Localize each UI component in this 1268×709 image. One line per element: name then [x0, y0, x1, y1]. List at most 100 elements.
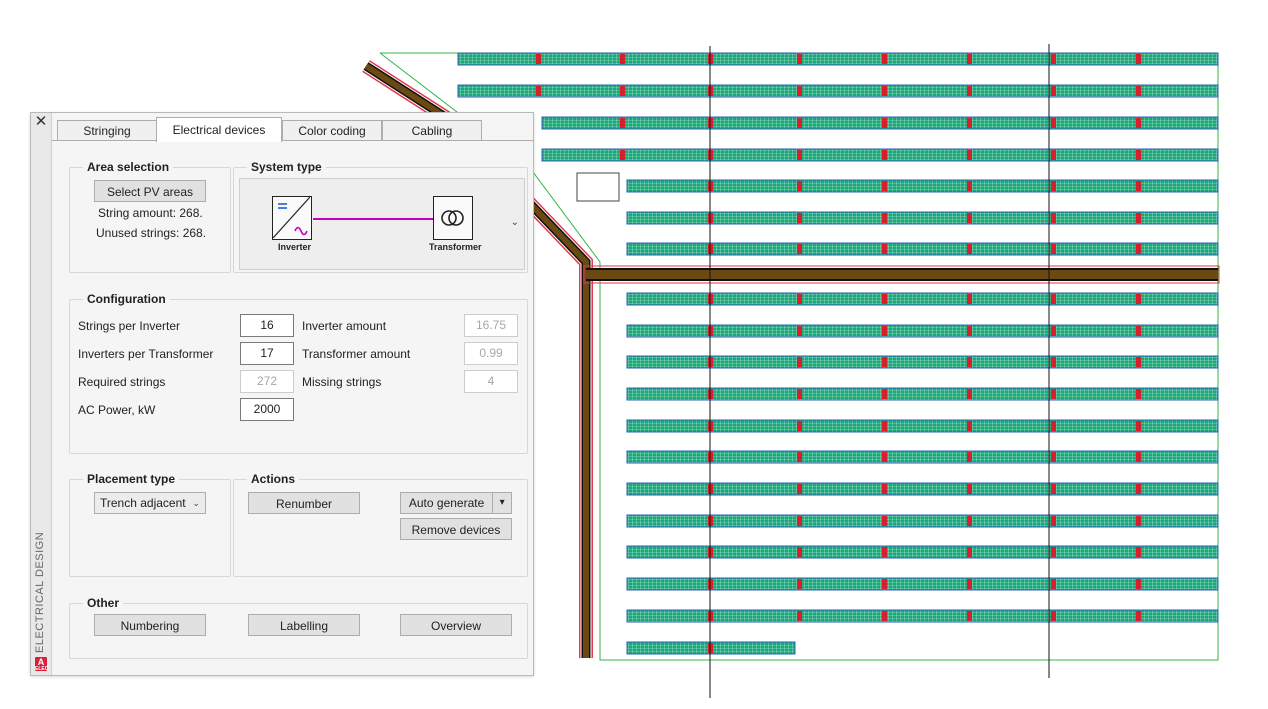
- string-device: [967, 294, 972, 304]
- string-device: [1051, 150, 1056, 160]
- tab-cabling[interactable]: Cabling: [382, 120, 482, 141]
- string-device: [967, 516, 972, 526]
- string-device: [967, 244, 972, 254]
- renumber-button[interactable]: Renumber: [248, 492, 360, 514]
- pv-row: [626, 419, 1219, 433]
- string-device: [797, 452, 802, 462]
- string-device: [1051, 213, 1056, 223]
- string-device: [967, 611, 972, 621]
- string-device: [967, 357, 972, 367]
- select-pv-areas-button[interactable]: Select PV areas: [94, 180, 206, 202]
- string-device: [1051, 484, 1056, 494]
- string-device: [1051, 611, 1056, 621]
- tab-stringing[interactable]: Stringing: [57, 120, 157, 141]
- string-device: [882, 118, 887, 128]
- placement-type-title: Placement type: [83, 472, 180, 486]
- labelling-button[interactable]: Labelling: [248, 614, 360, 636]
- area-selection-group: Area selection Select PV areas String am…: [69, 160, 231, 273]
- tab-color-coding[interactable]: Color coding: [282, 120, 382, 141]
- string-device: [797, 150, 802, 160]
- string-device: [1136, 389, 1141, 399]
- string-device: [1051, 516, 1056, 526]
- string-device: [1136, 244, 1141, 254]
- string-device: [620, 54, 625, 64]
- string-device: [1051, 118, 1056, 128]
- other-title: Other: [83, 596, 124, 610]
- string-device: [1051, 547, 1056, 557]
- pv-row: [626, 577, 1219, 591]
- strings-per-inverter-field[interactable]: 16: [240, 314, 294, 337]
- string-device: [967, 547, 972, 557]
- string-device: [1051, 86, 1056, 96]
- actions-group: Actions Renumber Auto generate ▾ Remove …: [233, 472, 528, 577]
- transformer-amount-label: Transformer amount: [302, 347, 411, 361]
- ac-power-field[interactable]: 2000: [240, 398, 294, 421]
- string-device: [1136, 579, 1141, 589]
- string-device: [797, 244, 802, 254]
- pv-row: [626, 179, 1219, 193]
- string-device: [797, 213, 802, 223]
- close-icon[interactable]: ✕: [34, 114, 48, 130]
- system-type-dropdown[interactable]: Inverter Transformer ⌄: [239, 178, 525, 270]
- string-device: [1136, 181, 1141, 191]
- configuration-group: Configuration Strings per Inverter 16 In…: [69, 292, 528, 454]
- pv-row: [626, 450, 1219, 464]
- auto-generate-button[interactable]: Auto generate: [401, 493, 494, 513]
- string-device: [882, 452, 887, 462]
- string-device: [797, 357, 802, 367]
- pv-row: [626, 514, 1219, 528]
- string-device: [1051, 54, 1056, 64]
- missing-strings-label: Missing strings: [302, 375, 382, 389]
- string-device: [967, 86, 972, 96]
- other-group: Other Numbering Labelling Overview: [69, 596, 528, 659]
- inverters-per-transformer-field[interactable]: 17: [240, 342, 294, 365]
- string-device: [882, 244, 887, 254]
- pv-row: [626, 482, 1219, 496]
- string-device: [1136, 86, 1141, 96]
- string-device: [882, 547, 887, 557]
- string-device: [797, 326, 802, 336]
- chevron-down-icon: ⌄: [192, 498, 200, 508]
- string-device: [536, 86, 541, 96]
- string-device: [967, 452, 972, 462]
- remove-devices-button[interactable]: Remove devices: [400, 518, 512, 540]
- overview-button[interactable]: Overview: [400, 614, 512, 636]
- string-device: [882, 357, 887, 367]
- string-device: [1136, 326, 1141, 336]
- dropdown-arrow-icon[interactable]: ▾: [493, 493, 511, 513]
- string-device: [1051, 357, 1056, 367]
- tab-electrical-devices[interactable]: Electrical devices: [156, 117, 282, 142]
- chevron-down-icon[interactable]: ⌄: [511, 217, 519, 228]
- connector-line: [313, 218, 433, 220]
- string-device: [882, 611, 887, 621]
- actions-title: Actions: [247, 472, 300, 486]
- string-device: [967, 421, 972, 431]
- palette-content: Stringing Electrical devices Color codin…: [52, 113, 533, 675]
- inverter-amount-label: Inverter amount: [302, 319, 387, 333]
- string-device: [797, 579, 802, 589]
- system-type-group: System type Inverter Transformer ⌄: [233, 160, 528, 273]
- transformer-icon: [433, 196, 473, 240]
- string-device: [797, 86, 802, 96]
- string-device: [620, 86, 625, 96]
- string-device: [1136, 357, 1141, 367]
- string-device: [967, 118, 972, 128]
- string-device: [797, 484, 802, 494]
- string-device: [797, 611, 802, 621]
- ac-power-label: AC Power, kW: [78, 403, 156, 417]
- string-device: [797, 54, 802, 64]
- missing-strings-field: 4: [464, 370, 518, 393]
- string-device: [967, 213, 972, 223]
- numbering-button[interactable]: Numbering: [94, 614, 206, 636]
- string-device: [1051, 452, 1056, 462]
- string-device: [797, 547, 802, 557]
- string-device: [882, 54, 887, 64]
- string-device: [1051, 181, 1056, 191]
- palette-side-title: ELECTRICAL DESIGN: [34, 531, 46, 653]
- required-strings-label: Required strings: [78, 375, 166, 389]
- string-device: [797, 294, 802, 304]
- placement-type-select[interactable]: Trench adjacent ⌄: [94, 492, 206, 514]
- string-device: [1051, 421, 1056, 431]
- placement-type-value: Trench adjacent: [100, 496, 186, 510]
- string-device: [1136, 547, 1141, 557]
